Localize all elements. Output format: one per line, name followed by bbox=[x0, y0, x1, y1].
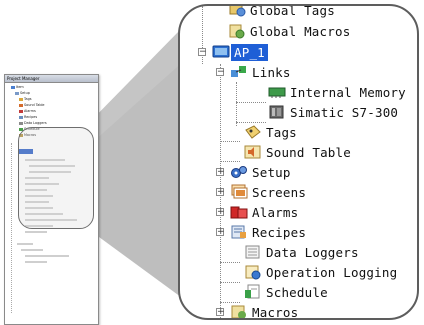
tree-item-tags[interactable]: Tags bbox=[244, 123, 297, 141]
tree-item-setup[interactable]: Setup bbox=[230, 163, 291, 181]
mini-tree-row: Data Loggers bbox=[19, 121, 47, 126]
data-loggers-icon bbox=[244, 244, 262, 260]
links-icon bbox=[230, 64, 248, 80]
expand-screens-toggle[interactable]: + bbox=[216, 188, 225, 197]
screens-icon bbox=[230, 184, 248, 200]
tags-icon bbox=[244, 124, 262, 140]
operation-logging-icon bbox=[244, 264, 262, 280]
mini-tree-row: Recipes bbox=[19, 115, 37, 120]
tree-item-links[interactable]: Links bbox=[230, 63, 291, 81]
plc-icon bbox=[268, 104, 286, 120]
macros-icon bbox=[230, 304, 248, 318]
monitor-icon bbox=[212, 44, 230, 60]
tree-item-global-tags[interactable]: Global Tags bbox=[228, 6, 335, 19]
collapse-links-toggle[interactable]: − bbox=[216, 68, 225, 77]
tree-item-schedule[interactable]: Schedule bbox=[244, 283, 328, 301]
alarms-icon bbox=[230, 204, 248, 220]
mini-tree-row: Tags bbox=[19, 97, 32, 102]
tree-item-simatic-s7-300[interactable]: Simatic S7-300 bbox=[268, 103, 398, 121]
global-macros-icon bbox=[228, 23, 246, 39]
tree-item-recipes[interactable]: Recipes bbox=[230, 223, 306, 241]
expand-macros-toggle[interactable]: + bbox=[216, 308, 225, 317]
tree-item-data-loggers[interactable]: Data Loggers bbox=[244, 243, 359, 261]
magnifier-lens bbox=[18, 127, 94, 229]
mini-tree-row: Setup bbox=[15, 91, 30, 96]
zoomed-project-tree-panel: Global Tags Global Macros − AP_1 − Links… bbox=[178, 4, 419, 320]
mini-tree-row: Alarms bbox=[19, 109, 36, 114]
memory-icon bbox=[268, 84, 286, 100]
collapse-ap1-toggle[interactable]: − bbox=[198, 48, 207, 57]
tree-item-internal-memory[interactable]: Internal Memory bbox=[268, 83, 406, 101]
mini-window-title: Project Manager bbox=[5, 75, 98, 83]
tree-item-ap1[interactable]: AP_1 bbox=[212, 43, 268, 61]
tree-item-screens[interactable]: Screens bbox=[230, 183, 306, 201]
expand-alarms-toggle[interactable]: + bbox=[216, 208, 225, 217]
expand-setup-toggle[interactable]: + bbox=[216, 168, 225, 177]
tree-item-global-macros[interactable]: Global Macros bbox=[228, 22, 350, 40]
gears-icon bbox=[230, 164, 248, 180]
recipes-icon bbox=[230, 224, 248, 240]
mini-tree-row: Sound Table bbox=[19, 103, 45, 108]
tree-item-alarms[interactable]: Alarms bbox=[230, 203, 298, 221]
tree-item-sound-table[interactable]: Sound Table bbox=[244, 143, 351, 161]
tree-item-operation-logging[interactable]: Operation Logging bbox=[244, 263, 397, 281]
mini-tree-row: Item bbox=[11, 85, 24, 90]
expand-recipes-toggle[interactable]: + bbox=[216, 228, 225, 237]
global-tags-icon bbox=[228, 6, 246, 18]
sound-icon bbox=[244, 144, 262, 160]
tree-item-macros[interactable]: Macros bbox=[230, 303, 298, 318]
schedule-icon bbox=[244, 284, 262, 300]
screenshot-stage: Project Manager Item Setup Tags Sound Ta… bbox=[0, 0, 424, 325]
